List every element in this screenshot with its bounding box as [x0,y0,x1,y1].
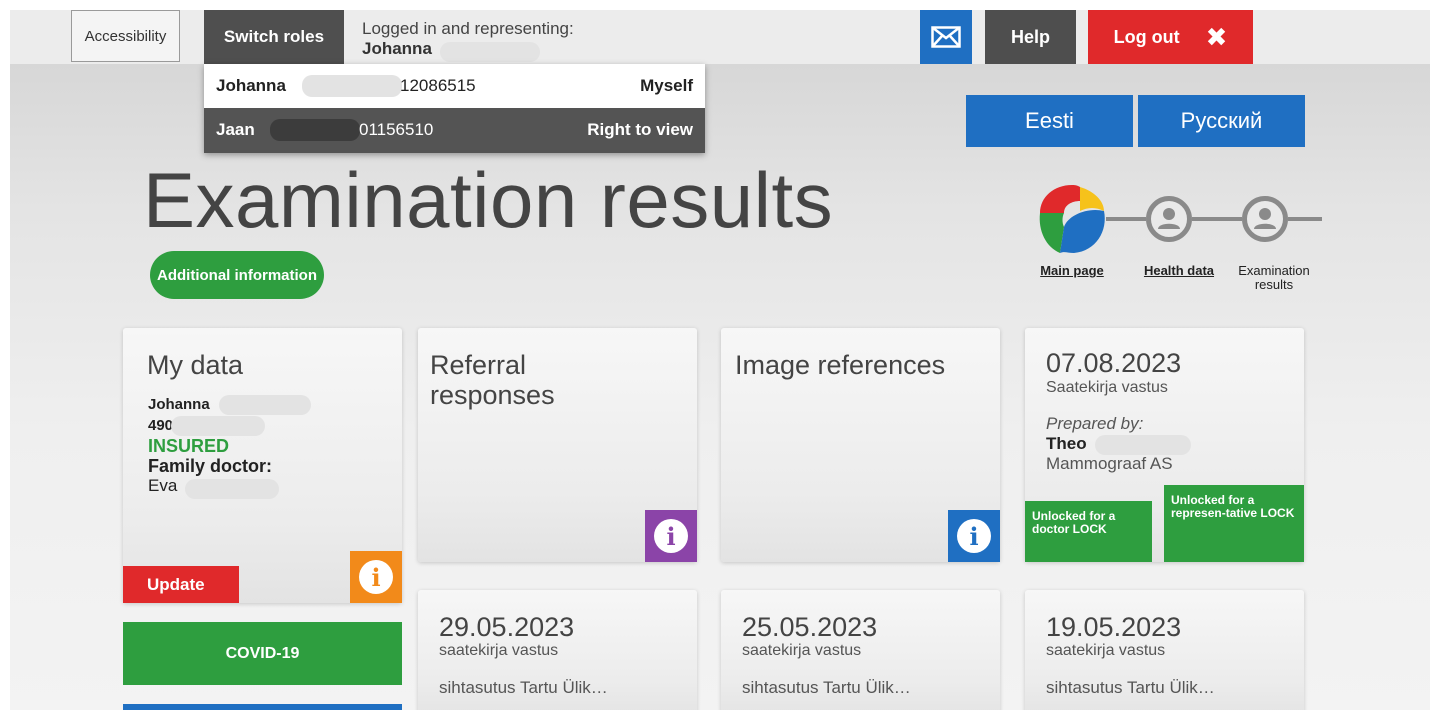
redacted-surname [440,42,540,62]
info-icon: i [654,519,688,553]
redacted-surname [1095,435,1191,455]
redacted-surname [302,75,402,97]
page-title: Examination results [143,156,834,244]
role-option-relation: Myself [640,76,693,95]
lock-for-representative-button[interactable]: Unlocked for a represen-tative LOCK [1164,485,1304,562]
role-option-self[interactable]: Johanna 12086515 Myself [204,64,705,108]
person-icon [1158,208,1180,229]
my-data-name: Johanna [148,396,210,413]
logged-in-label: Logged in and representing: [362,19,574,38]
main-page-logo-icon[interactable] [1034,181,1110,257]
result-card[interactable]: 29.05.2023 saatekirja vastus sihtasutus … [418,590,697,710]
prepared-by-label: Prepared by: [1046,414,1144,433]
additional-information-button[interactable]: Additional information [150,251,324,299]
representing-name: Johanna [362,39,432,58]
person-icon [1254,208,1276,229]
insurance-status: INSURED [148,436,230,456]
close-icon: ✖ [1205,22,1228,52]
card-title: Referral responses [430,350,555,410]
language-russian-button[interactable]: Русский [1138,95,1305,147]
my-data-card: My data Johanna 490 INSURED Family docto… [123,328,402,603]
breadcrumb-main-page[interactable]: Main page [1034,264,1110,278]
card-title: My data [147,350,244,380]
my-data-info-button[interactable]: i [350,551,402,603]
logout-label: Log out [1113,26,1180,47]
accessibility-button[interactable]: Accessibility [71,10,180,62]
result-organization: sihtasutus Tartu Ülik… [742,678,911,697]
result-type: Saatekirja vastus [1046,379,1168,396]
result-date: 07.08.2023 [1046,348,1182,378]
roles-dropdown: Johanna 12086515 Myself Jaan 01156510 Ri… [204,64,705,153]
lock-for-doctor-button[interactable]: Unlocked for a doctor LOCK [1025,501,1152,562]
family-doctor-name: Eva [148,476,178,495]
envelope-icon [931,26,961,48]
redacted-id [171,416,265,436]
my-data-id: 490 [148,417,174,434]
result-type: saatekirja vastus [1046,642,1166,659]
logout-button[interactable]: Log out ✖ [1088,10,1253,64]
referral-info-button[interactable]: i [645,510,697,562]
breadcrumb-connector [1288,217,1322,221]
role-option-code: 01156510 [359,120,434,139]
prepared-by-name: Theo [1046,434,1087,453]
role-option-name: Jaan [216,120,255,139]
role-option-relation: Right to view [587,120,693,139]
result-type: saatekirja vastus [439,642,559,659]
image-info-button[interactable]: i [948,510,1000,562]
help-button[interactable]: Help [985,10,1076,64]
role-option-name: Johanna [216,76,286,95]
redacted-surname [185,479,279,499]
app-viewport: Accessibility Switch roles Logged in and… [10,10,1430,710]
messages-button[interactable] [920,10,972,64]
breadcrumb-connector [1106,217,1146,221]
card-title: Image references [735,350,946,380]
examination-results-avatar-icon [1242,196,1288,242]
image-references-card[interactable]: Image references i [721,328,1000,562]
result-organization: Mammograaf AS [1046,454,1173,473]
covid-19-button[interactable]: COVID-19 [123,622,402,685]
redacted-surname [270,119,360,141]
role-option-code: 12086515 [400,76,476,95]
info-icon: i [359,560,393,594]
breadcrumb-connector [1192,217,1242,221]
language-estonian-button[interactable]: Eesti [966,95,1133,147]
redacted-surname [219,395,311,415]
switch-roles-button[interactable]: Switch roles [204,10,344,64]
update-button[interactable]: Update [123,566,239,603]
next-button-edge[interactable] [123,704,402,710]
breadcrumb-health-data[interactable]: Health data [1134,264,1224,278]
result-date: 25.05.2023 [742,612,878,642]
info-icon: i [957,519,991,553]
result-organization: sihtasutus Tartu Ülik… [439,678,608,697]
result-card[interactable]: 25.05.2023 saatekirja vastus sihtasutus … [721,590,1000,710]
result-type: saatekirja vastus [742,642,862,659]
breadcrumb-examination-results: Examination results [1238,263,1310,292]
family-doctor-label: Family doctor: [148,456,273,476]
result-date: 29.05.2023 [439,612,575,642]
health-data-avatar-icon[interactable] [1146,196,1192,242]
referral-responses-card[interactable]: Referral responses i [418,328,697,562]
role-option-representative[interactable]: Jaan 01156510 Right to view [204,108,705,153]
result-card[interactable]: 19.05.2023 saatekirja vastus sihtasutus … [1025,590,1304,710]
result-date: 19.05.2023 [1046,612,1182,642]
result-organization: sihtasutus Tartu Ülik… [1046,678,1215,697]
